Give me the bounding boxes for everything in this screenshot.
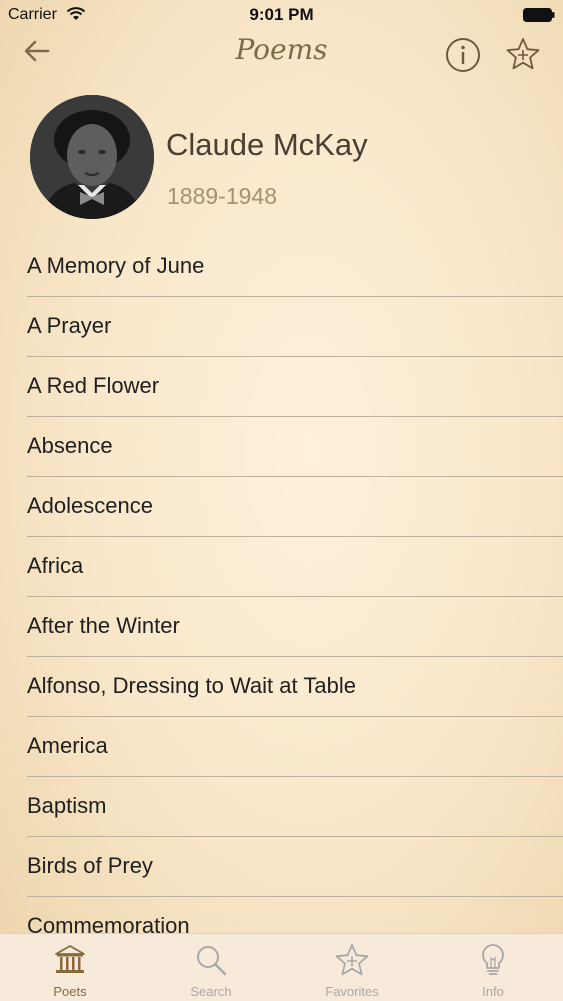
poet-header: Claude McKay 1889-1948	[0, 95, 563, 225]
lightbulb-icon	[482, 944, 504, 975]
navigation-bar: Poems	[0, 30, 563, 80]
info-icon[interactable]	[444, 36, 482, 74]
tab-poets[interactable]: Poets	[0, 934, 140, 1001]
star-icon	[335, 944, 369, 976]
star-icon[interactable]	[505, 36, 541, 72]
tab-poets-label: Poets	[53, 984, 87, 999]
tab-info-label: Info	[482, 984, 504, 999]
poem-list-item[interactable]: After the Winter	[27, 597, 563, 657]
tab-favorites-label: Favorites	[325, 984, 379, 999]
poem-list-item[interactable]: Commemoration	[27, 897, 563, 933]
poet-avatar	[30, 95, 154, 219]
poem-list-item[interactable]: Birds of Prey	[27, 837, 563, 897]
museum-icon	[55, 945, 85, 973]
poem-list-item[interactable]: America	[27, 717, 563, 777]
poem-list-item[interactable]: Absence	[27, 417, 563, 477]
tab-info[interactable]: Info	[423, 934, 563, 1001]
status-time: 9:01 PM	[249, 5, 314, 24]
status-bar: Carrier 9:01 PM	[0, 0, 563, 30]
poem-list-item[interactable]: Africa	[27, 537, 563, 597]
tab-search[interactable]: Search	[141, 934, 281, 1001]
poem-list-item[interactable]: A Prayer	[27, 297, 563, 357]
search-icon	[197, 946, 227, 976]
poet-portrait	[30, 95, 154, 219]
tab-bar: Poets Search Favorites Info	[0, 933, 563, 1001]
poem-list-item[interactable]: A Red Flower	[27, 357, 563, 417]
poem-list-item[interactable]: Baptism	[27, 777, 563, 837]
battery-icon	[523, 8, 555, 22]
poet-dates: 1889-1948	[167, 183, 277, 209]
tab-favorites[interactable]: Favorites	[282, 934, 422, 1001]
poem-list-item[interactable]: Adolescence	[27, 477, 563, 537]
poem-list: A Memory of June A Prayer A Red Flower A…	[0, 237, 563, 933]
poem-list-item[interactable]: Alfonso, Dressing to Wait at Table	[27, 657, 563, 717]
tab-search-label: Search	[190, 984, 232, 999]
poem-list-item[interactable]: A Memory of June	[27, 237, 563, 297]
poet-name: Claude McKay	[166, 127, 368, 162]
